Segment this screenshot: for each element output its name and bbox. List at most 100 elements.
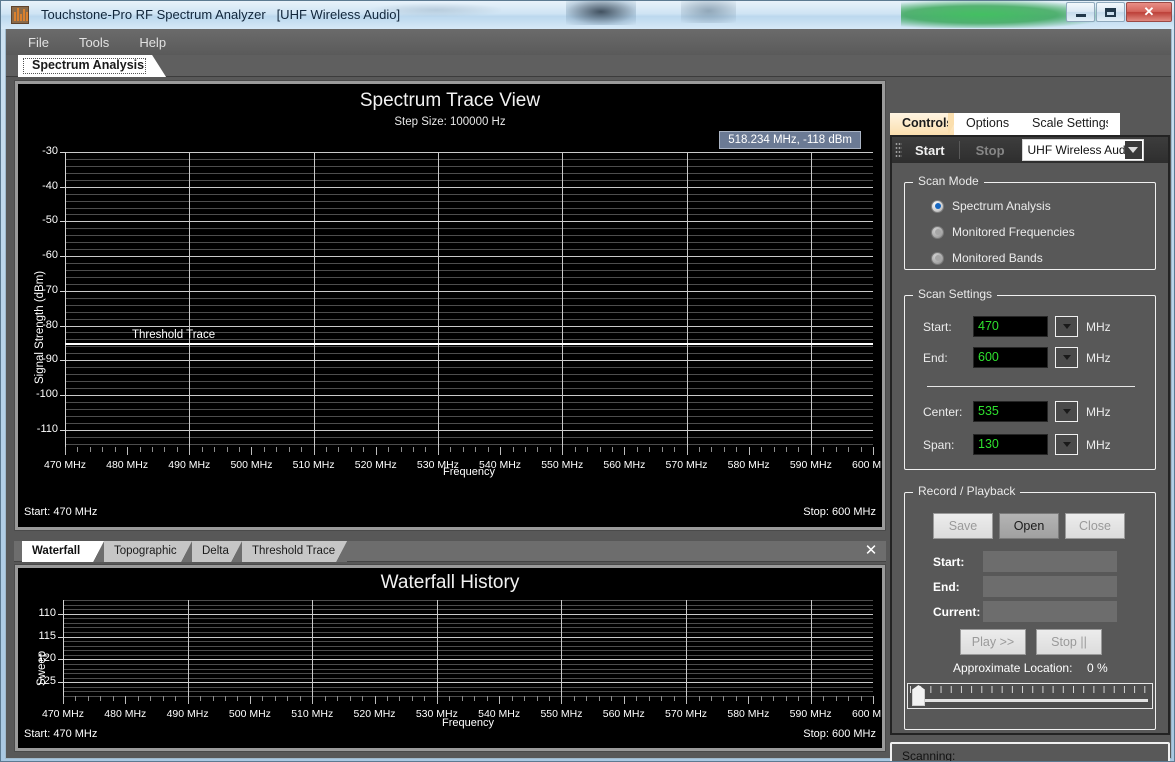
tab-threshold-trace[interactable]: Threshold Trace [242, 541, 347, 562]
waterfall-x-tick-mark [188, 696, 189, 704]
spectrum-x-minor-tick [90, 447, 91, 452]
chevron-down-icon [1062, 324, 1071, 329]
waterfall-x-minor-tick [325, 696, 326, 701]
playback-end-field [983, 576, 1117, 597]
spectrum-x-minor-tick [537, 447, 538, 452]
waterfall-x-minor-tick [636, 696, 637, 701]
tab-delta-label: Delta [202, 545, 229, 557]
close-button[interactable]: ✕ [1126, 2, 1172, 22]
gridline-minor [63, 645, 873, 647]
tab-topographic[interactable]: Topographic [104, 541, 192, 562]
chevron-down-icon [1062, 442, 1071, 447]
spectrum-x-minor-tick [351, 447, 352, 452]
radio-spectrum-analysis-label: Spectrum Analysis [952, 199, 1051, 213]
focus-outline [23, 58, 146, 74]
spectrum-x-minor-tick [550, 447, 551, 452]
toolbar-grip[interactable] [895, 142, 902, 158]
waterfall-x-minor-tick [225, 696, 226, 701]
chevron-down-icon[interactable] [1124, 141, 1142, 159]
close-recording-button[interactable]: Close [1065, 513, 1125, 539]
scan-settings-legend: Scan Settings [913, 287, 998, 301]
waterfall-x-tick-mark [686, 696, 687, 704]
end-frequency-input[interactable]: 600 [973, 347, 1048, 368]
profile-combobox-value: UHF Wireless Aud [1027, 143, 1126, 157]
playback-position-slider[interactable] [907, 683, 1153, 709]
radio-monitored-frequencies[interactable]: Monitored Frequencies [931, 225, 1075, 239]
waterfall-x-minor-tick [761, 696, 762, 701]
span-unit: MHz [1086, 437, 1111, 452]
center-frequency-input[interactable]: 535 [973, 401, 1048, 422]
gridline-minor [63, 686, 873, 688]
stop-playback-button[interactable]: Stop || [1036, 629, 1102, 655]
waterfall-chart[interactable]: Waterfall History 110 115 120 125 470 MHz 48… [18, 568, 882, 748]
waterfall-x-minor-tick [275, 696, 276, 701]
spectrum-chart[interactable]: Spectrum Trace View Step Size: 100000 Hz… [18, 84, 882, 527]
field-span: Span: 130 MHz [923, 434, 1111, 455]
start-frequency-spinner[interactable] [1055, 316, 1078, 337]
waterfall-x-minor-tick [287, 696, 288, 701]
spectrum-x-minor-tick [649, 447, 650, 452]
span-input[interactable]: 130 [973, 434, 1048, 455]
menu-item-file[interactable]: File [24, 33, 53, 52]
stop-button[interactable]: Stop [965, 140, 1016, 161]
waterfall-x-tick-mark [375, 696, 376, 704]
save-button[interactable]: Save [933, 513, 993, 539]
tab-controls[interactable]: Controls [890, 113, 960, 135]
maximize-button[interactable] [1096, 2, 1125, 22]
titlebar-artifact-2 [566, 1, 636, 25]
spectrum-x-minor-tick [227, 447, 228, 452]
close-icon[interactable]: ✕ [862, 542, 880, 560]
gridline-major [65, 325, 873, 327]
field-end: End: 600 MHz [923, 347, 1111, 368]
gridline-minor [65, 311, 873, 313]
menu-item-tools[interactable]: Tools [75, 33, 113, 52]
spectrum-x-minor-tick [401, 447, 402, 452]
scanning-status-box: Scanning: [890, 742, 1170, 761]
gridline-minor [65, 415, 873, 417]
spectrum-x-minor-tick [413, 447, 414, 452]
field-start-label: Start: [923, 319, 952, 334]
profile-combobox[interactable]: UHF Wireless Aud [1021, 139, 1144, 161]
spectrum-x-tick-mark [811, 447, 812, 455]
gridline-minor [63, 673, 873, 675]
gridline-minor [65, 242, 873, 244]
gridline-major [65, 256, 873, 258]
spectrum-y-tick-mark [60, 152, 65, 153]
radio-spectrum-analysis[interactable]: Spectrum Analysis [931, 199, 1051, 213]
playback-end-label: End: [933, 580, 960, 594]
maximize-icon [1105, 7, 1116, 17]
waterfall-y-tick-label: 110 [38, 606, 56, 619]
tab-waterfall[interactable]: Waterfall [22, 541, 104, 562]
waterfall-x-tick-mark [437, 696, 438, 704]
gridline-minor [65, 401, 873, 403]
start-frequency-unit: MHz [1086, 319, 1111, 334]
tab-scale-settings[interactable]: Scale Settings [1020, 113, 1120, 135]
start-frequency-input[interactable]: 470 [973, 316, 1048, 337]
gridline-minor [63, 696, 873, 697]
gridline-major [65, 429, 873, 431]
center-frequency-spinner[interactable] [1055, 401, 1078, 422]
playback-start-label: Start: [933, 555, 965, 569]
gridline-minor [65, 235, 873, 237]
spectrum-x-minor-tick [798, 447, 799, 452]
span-spinner[interactable] [1055, 434, 1078, 455]
spectrum-x-minor-tick [388, 447, 389, 452]
menu-item-help[interactable]: Help [135, 33, 170, 52]
radio-monitored-bands[interactable]: Monitored Bands [931, 251, 1043, 265]
start-button[interactable]: Start [904, 140, 956, 161]
end-frequency-spinner[interactable] [1055, 347, 1078, 368]
play-button[interactable]: Play >> [960, 629, 1026, 655]
spectrum-y-tick-label: -40 [42, 179, 58, 192]
tab-spectrum-analysis[interactable]: Spectrum Analysis [18, 55, 166, 77]
minimize-button[interactable] [1066, 2, 1095, 22]
tab-delta[interactable]: Delta [192, 541, 242, 562]
waterfall-x-minor-tick [786, 696, 787, 701]
spectrum-x-minor-tick [823, 447, 824, 452]
spectrum-plot-area [65, 152, 873, 447]
radio-monitored-frequencies-label: Monitored Frequencies [952, 225, 1075, 239]
spectrum-x-minor-tick [711, 447, 712, 452]
spectrum-chart-subtitle: Step Size: 100000 Hz [394, 116, 506, 128]
open-button[interactable]: Open [999, 513, 1059, 539]
gridline-major [63, 659, 873, 661]
tab-options[interactable]: Options [954, 113, 1026, 135]
